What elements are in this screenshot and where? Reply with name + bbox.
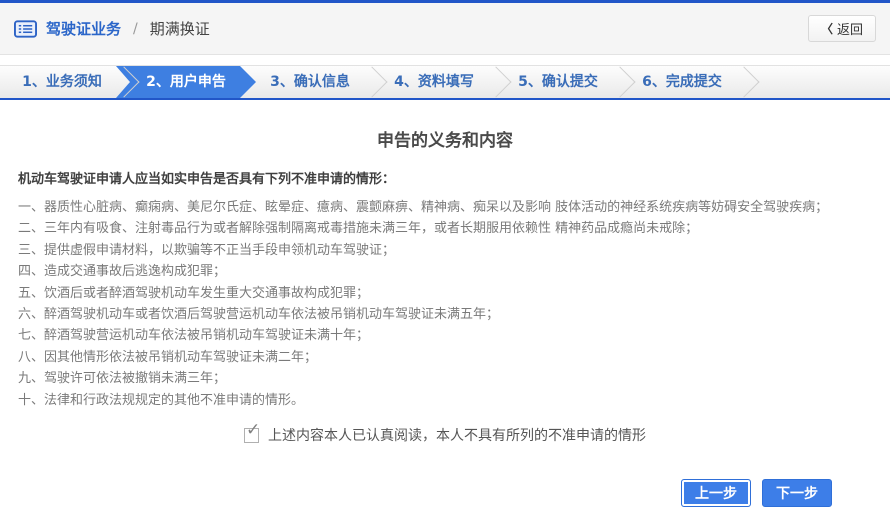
- back-button-label: 返回: [837, 19, 863, 38]
- page-title: 申告的义务和内容: [0, 126, 890, 151]
- declaration-item: 十、法律和行政法规规定的其他不准申请的情形。: [18, 390, 872, 411]
- declaration-item: 二、三年内有吸食、注射毒品行为或者解除强制隔离戒毒措施未满三年，或者长期服用依赖…: [18, 218, 872, 239]
- declaration-item: 七、醉酒驾驶营运机动车依法被吊销机动车驾驶证未满十年；: [18, 325, 872, 346]
- step-1-business-notice: 1、业务须知: [0, 66, 124, 98]
- declaration-item: 八、因其他情形依法被吊销机动车驾驶证未满二年；: [18, 347, 872, 368]
- breadcrumb-current: 期满换证: [150, 18, 210, 39]
- document-list-icon: [14, 20, 37, 38]
- step-wizard: 1、业务须知 2、用户申告 3、确认信息 4、资料填写 5、确认提交 6、完成提…: [0, 65, 890, 100]
- step-3-confirm-info: 3、确认信息: [248, 66, 372, 98]
- declaration-list: 一、器质性心脏病、癫痫病、美尼尔氏症、眩晕症、癔病、震颤麻痹、精神病、痴呆以及影…: [18, 197, 872, 411]
- declaration-item: 四、造成交通事故后逃逸构成犯罪；: [18, 261, 872, 282]
- declaration-content: 机动车驾驶证申请人应当如实申告是否具有下列不准申请的情形： 一、器质性心脏病、癫…: [0, 170, 890, 411]
- breadcrumb-separator: /: [133, 21, 138, 37]
- declaration-item: 五、饮酒后或者醉酒驾驶机动车发生重大交通事故构成犯罪；: [18, 283, 872, 304]
- stepbar-tail: [744, 66, 890, 98]
- step-5-confirm-submit: 5、确认提交: [496, 66, 620, 98]
- breadcrumb-root[interactable]: 驾驶证业务: [46, 18, 121, 39]
- next-step-button[interactable]: 下一步: [762, 479, 832, 507]
- declaration-item: 九、驾驶许可依法被撤销未满三年；: [18, 368, 872, 389]
- page-header: 驾驶证业务 / 期满换证 〈 返回: [0, 3, 890, 55]
- declaration-item: 六、醉酒驾驶机动车或者饮酒后驾驶营运机动车依法被吊销机动车驾驶证未满五年；: [18, 304, 872, 325]
- checkmark-icon: ✓: [246, 422, 260, 439]
- back-button[interactable]: 〈 返回: [808, 15, 876, 42]
- agreement-label[interactable]: 上述内容本人已认真阅读，本人不具有所列的不准申请的情形: [268, 425, 646, 445]
- step-4-fill-materials: 4、资料填写: [372, 66, 496, 98]
- agreement-row: ✓ 上述内容本人已认真阅读，本人不具有所列的不准申请的情形: [0, 425, 890, 445]
- declaration-intro: 机动车驾驶证申请人应当如实申告是否具有下列不准申请的情形：: [18, 170, 872, 190]
- declaration-item: 三、提供虚假申请材料，以欺骗等不正当手段申领机动车驾驶证；: [18, 240, 872, 261]
- previous-step-button[interactable]: 上一步: [681, 479, 751, 507]
- step-6-finish-submit: 6、完成提交: [620, 66, 744, 98]
- declaration-item: 一、器质性心脏病、癫痫病、美尼尔氏症、眩晕症、癔病、震颤麻痹、精神病、痴呆以及影…: [18, 197, 872, 218]
- footer-actions: 上一步 下一步: [0, 479, 890, 507]
- agreement-checkbox[interactable]: ✓: [244, 428, 259, 443]
- breadcrumb: 驾驶证业务 / 期满换证: [14, 18, 210, 39]
- back-chevron-icon: 〈: [821, 20, 833, 37]
